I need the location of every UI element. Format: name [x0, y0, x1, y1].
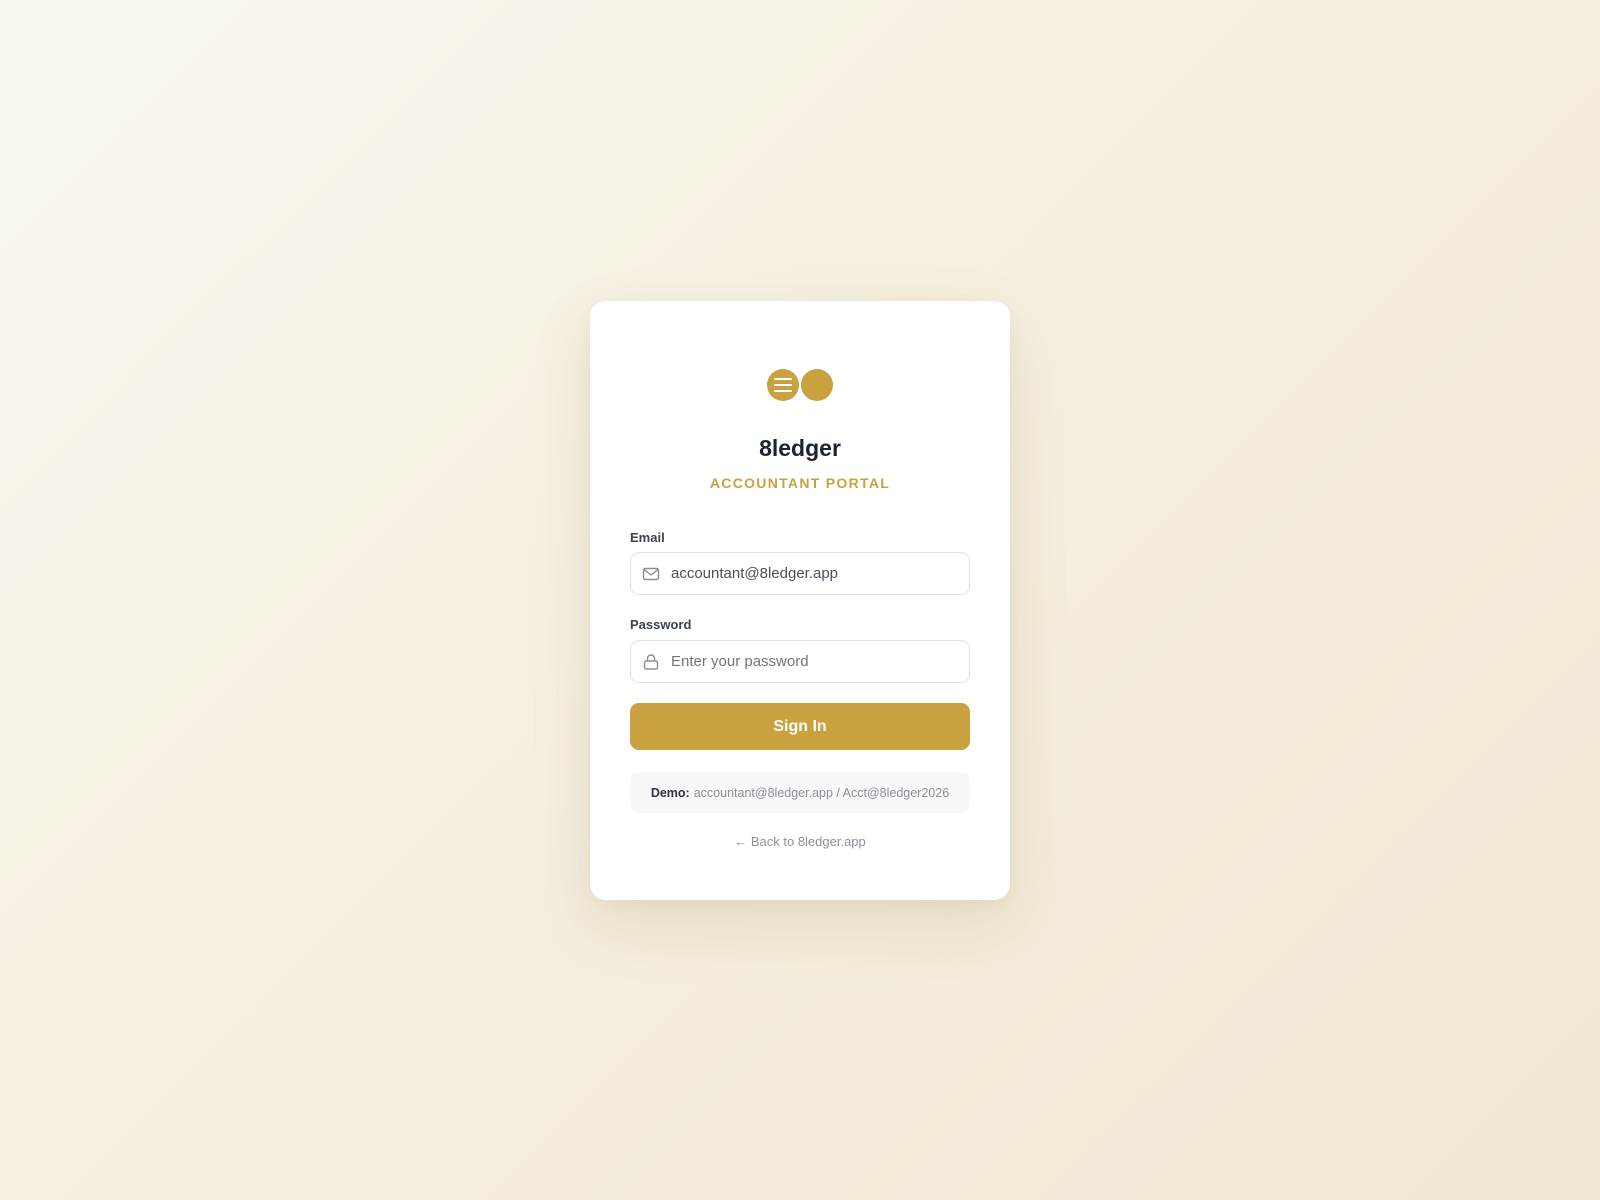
demo-credentials-box: Demo: accountant@8ledger.app / Acct@8led…: [630, 772, 970, 813]
brand-logo: [767, 369, 833, 401]
sign-in-button[interactable]: Sign In: [630, 703, 970, 750]
email-input[interactable]: [671, 553, 961, 594]
demo-label: Demo:: [650, 785, 690, 800]
demo-credentials: accountant@8ledger.app / Acct@8ledger202…: [693, 785, 950, 800]
password-field-wrapper: [630, 640, 970, 683]
password-label: Password: [630, 617, 692, 632]
password-input[interactable]: [671, 641, 961, 682]
coin-icon: [801, 369, 833, 401]
ledger-menu-icon: [767, 369, 799, 401]
login-card: 8ledger ACCOUNTANT PORTAL Email Password…: [590, 301, 1010, 900]
mail-icon: [642, 567, 660, 581]
lock-icon: [643, 654, 659, 670]
portal-tagline: ACCOUNTANT PORTAL: [709, 475, 891, 491]
brand-name: 8ledger: [759, 435, 841, 461]
back-to-site-link[interactable]: ← Back to 8ledger.app: [590, 834, 1010, 849]
email-field-wrapper: [630, 552, 970, 595]
email-label: Email: [630, 530, 665, 545]
